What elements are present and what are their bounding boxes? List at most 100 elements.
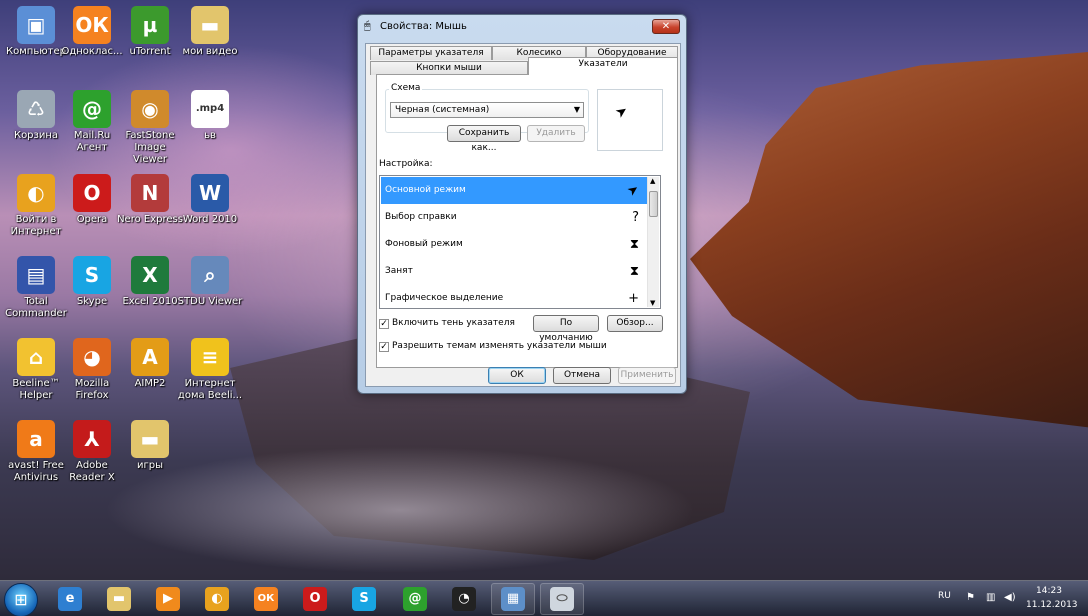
start-button[interactable]: ⊞ <box>4 583 38 616</box>
list-scrollbar[interactable]: ▲ ▼ <box>647 177 659 307</box>
desktop-icon[interactable]: @ Mail.Ru Агент <box>59 90 125 154</box>
use-default-button[interactable]: По умолчанию <box>533 315 599 343</box>
volume-icon[interactable]: ◀) <box>1004 592 1016 603</box>
desktop-icon[interactable]: ◕ Mozilla Firefox <box>59 338 125 402</box>
cancel-button[interactable]: Отмена <box>553 367 611 384</box>
pointer-row[interactable]: Фоновый режим ⧗ <box>381 231 649 258</box>
desktop-icon-label: игры <box>137 460 163 471</box>
firefox-icon: ◕ <box>73 338 111 376</box>
control-panel-icon: ▦ <box>501 587 525 611</box>
obs-icon: ◔ <box>452 587 476 611</box>
avast-icon: a <box>17 420 55 458</box>
explorer-folder-icon: ▬ <box>107 587 131 611</box>
tab-pointer-options[interactable]: Параметры указателя <box>370 46 492 60</box>
delete-button[interactable]: Удалить <box>527 125 585 142</box>
scrollbar-thumb[interactable] <box>649 191 658 217</box>
flag-icon[interactable]: ⚑ <box>966 592 975 603</box>
save-as-button[interactable]: Сохранить как... <box>447 125 521 153</box>
clock-date[interactable]: 11.12.2013 <box>1026 600 1078 610</box>
taskbar-item[interactable]: ОК <box>244 583 288 615</box>
network-icon[interactable]: ▥ <box>986 592 995 603</box>
desktop-icon[interactable]: .mp4 ьв <box>177 90 243 142</box>
faststone-icon: ◉ <box>131 90 169 128</box>
settings-label: Настройка: <box>379 159 433 169</box>
desktop-icon[interactable]: X Excel 2010 <box>117 256 183 308</box>
pointer-row[interactable]: Основной режим ➤ <box>381 177 649 204</box>
taskbar-item[interactable]: e <box>48 583 92 615</box>
beeline-icon: ≡ <box>191 338 229 376</box>
browse-button[interactable]: Обзор... <box>607 315 663 332</box>
taskbar-item[interactable]: ▦ <box>491 583 535 615</box>
close-button[interactable]: ✕ <box>652 19 680 34</box>
word-icon: W <box>191 174 229 212</box>
recycle-bin-icon: ♺ <box>17 90 55 128</box>
desktop-icon-label: Одноклас... <box>61 46 123 57</box>
internet-icon: ◐ <box>17 174 55 212</box>
desktop-icon-label: Skype <box>76 296 108 307</box>
tab-buttons[interactable]: Кнопки мыши <box>370 61 528 75</box>
ok-button[interactable]: ОК <box>488 367 546 384</box>
desktop-icon[interactable]: ▬ игры <box>117 420 183 472</box>
scheme-select[interactable]: Черная (системная) ▼ <box>390 102 584 118</box>
desktop-icon[interactable]: µ uTorrent <box>117 6 183 58</box>
checkbox-box: ✓ <box>379 342 389 352</box>
media-player-icon: ▶ <box>156 587 180 611</box>
taskbar-item[interactable]: O <box>293 583 337 615</box>
aimp-icon: A <box>131 338 169 376</box>
desktop-icon[interactable]: S Skype <box>59 256 125 308</box>
pointer-row[interactable]: Графическое выделение + <box>381 285 649 308</box>
taskbar-item[interactable]: ▬ <box>97 583 141 615</box>
pointer-list[interactable]: Основной режим ➤ Выбор справки? Фоновый реж… <box>379 175 661 309</box>
pointer-row-label: Фоновый режим <box>385 239 463 249</box>
taskbar-item[interactable]: ⬭ <box>540 583 584 615</box>
desktop-icon[interactable]: A AIMP2 <box>117 338 183 390</box>
desktop-icon[interactable]: W Word 2010 <box>177 174 243 226</box>
taskbar-item[interactable]: ◐ <box>195 583 239 615</box>
taskbar: ⊞ e ▬ ▶ ◐ ОК O S @ ◔ ▦ ⬭ RU ⚑ ▥ ◀) 14:23 11.12.201… <box>0 580 1088 616</box>
odnoklassniki-icon: ОК <box>73 6 111 44</box>
adobe-reader-icon: ⅄ <box>73 420 111 458</box>
taskbar-item[interactable]: S <box>342 583 386 615</box>
desktop-icon[interactable]: ⅄ Adobe Reader X <box>59 420 125 484</box>
desktop-icon-label: ьв <box>204 130 216 141</box>
busy-cursor-icon: ⧗ <box>629 264 639 279</box>
desktop-icon-label: Mozilla Firefox <box>74 378 110 401</box>
stdu-viewer-icon: ⌕ <box>191 256 229 294</box>
tab-pointers[interactable]: Указатели <box>528 57 678 75</box>
pointer-row-label: Занят <box>385 266 413 276</box>
desktop-icon-label: мои видео <box>182 46 238 57</box>
desktop-icon[interactable]: ▬ мои видео <box>177 6 243 58</box>
pointer-row-label: Выбор справки <box>385 212 457 222</box>
desktop-icon[interactable]: ≡ Интернет дома Beeli... <box>177 338 243 402</box>
arrow-cursor-icon: ➤ <box>624 181 643 200</box>
arrow-cursor-icon: ➤ <box>612 102 632 122</box>
taskbar-item[interactable]: ◔ <box>442 583 486 615</box>
clock-time[interactable]: 14:23 <box>1036 586 1062 596</box>
desktop-icon[interactable]: ОК Одноклас... <box>59 6 125 58</box>
utorrent-icon: µ <box>131 6 169 44</box>
dialog-title: Свойства: Мышь <box>380 21 467 32</box>
total-commander-icon: ▤ <box>17 256 55 294</box>
chevron-down-icon: ▼ <box>573 105 580 114</box>
taskbar-item[interactable]: @ <box>393 583 437 615</box>
help-cursor-icon: ? <box>632 210 639 225</box>
scroll-up-icon: ▲ <box>650 177 656 185</box>
apply-button[interactable]: Применить <box>618 367 676 384</box>
desktop-icon[interactable]: N Nero Express <box>117 174 183 226</box>
nero-icon: N <box>131 174 169 212</box>
allow-themes-checkbox[interactable]: ✓ Разрешить темам изменять указатели мыши <box>379 340 607 352</box>
opera-icon: O <box>73 174 111 212</box>
pointer-row[interactable]: Выбор справки? <box>381 204 649 231</box>
pointer-row-label: Основной режим <box>385 185 466 195</box>
desktop-icon-label: Adobe Reader X <box>69 460 115 483</box>
pointer-row[interactable]: Занят ⧗ <box>381 258 649 285</box>
desktop-icon[interactable]: O Opera <box>59 174 125 226</box>
folder-icon: ▬ <box>191 6 229 44</box>
enable-shadow-checkbox[interactable]: ✓ Включить тень указателя <box>379 317 515 329</box>
desktop-icon-label: Nero Express <box>117 214 183 225</box>
desktop-icon[interactable]: ⌕ STDU Viewer <box>177 256 243 308</box>
language-indicator[interactable]: RU <box>938 591 951 601</box>
desktop-icon[interactable]: ◉ FastStone Image Viewer <box>117 90 183 166</box>
taskbar-item[interactable]: ▶ <box>146 583 190 615</box>
crosshair-cursor-icon: + <box>628 291 639 306</box>
